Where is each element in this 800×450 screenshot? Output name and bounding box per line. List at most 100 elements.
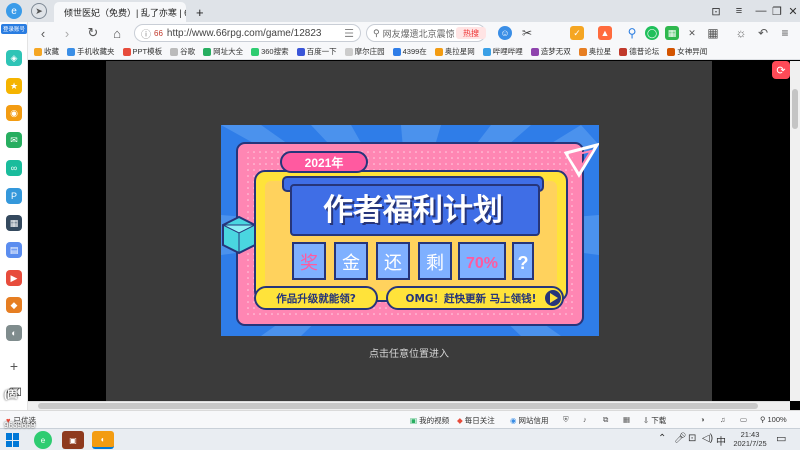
calc-icon[interactable]: ▦ [6,215,22,231]
banner-graphic: 2021年 作者福利计划 作者福利计划 奖 金 还 剩 70% ? 作品升级就能… [221,125,599,336]
horizontal-scrollbar[interactable] [28,401,790,410]
volume-icon[interactable]: ◁) [702,433,713,444]
grid-icon[interactable]: ▦ [665,26,679,40]
banner-char: 金 [342,253,360,274]
game-icon[interactable]: ▲ [598,26,612,40]
start-button[interactable] [6,433,20,447]
bookmark-item[interactable]: 奥拉星 [578,46,611,57]
zoom-level[interactable]: ⚲ 100% [760,415,787,424]
security-icon: ⓘ [141,29,151,41]
chat-icon[interactable]: ◯ [645,26,659,40]
bookmark-item[interactable]: 摩尔庄园 [344,46,385,57]
bookmark-item[interactable]: 网址大全 [203,46,243,57]
banner-title: 作者福利计划 [323,194,503,227]
taskbar-app-game[interactable]: ▣ [62,431,84,449]
search-icon: ⚲ [373,27,380,38]
shield-status-icon[interactable]: ⛨ [563,415,569,425]
weibo-icon[interactable]: ◉ [6,105,22,121]
hot-search-badge[interactable]: 热搜 [456,27,486,39]
mute-status-icon[interactable]: ◑ [700,415,705,424]
mail-icon[interactable]: ✉ [6,132,22,148]
network-icon[interactable]: ⊡ [688,433,696,444]
site-credit-link[interactable]: ◉ 网站信用 [510,415,549,426]
enter-prompt[interactable]: 点击任意位置进入 [106,345,712,360]
home-button[interactable]: ⌂ [108,24,126,42]
bookmark-item[interactable]: PPT模板 [122,46,162,57]
bookmark-item[interactable]: 造梦无双 [530,46,571,57]
compass-icon[interactable]: ➤ [31,3,47,19]
doc-icon[interactable]: ▤ [6,242,22,258]
reader-icon[interactable]: ☰ [340,24,358,42]
notification-icon[interactable]: ▭ [776,432,786,445]
sound-status-icon[interactable]: ♫ [720,415,726,424]
banner-image[interactable]: 2021年 作者福利计划 作者福利计划 奖 金 还 剩 70% ? 作品升级就能… [221,125,599,336]
left-sidebar: 登录账号 ◈ ★ ◉ ✉ ∞ P ▦ ▤ ▶ ◆ ◐ + ⌫ [0,22,28,420]
bookmark-item[interactable]: 德普论坛 [619,46,659,57]
grid-status-icon[interactable]: ▦ [623,415,630,424]
tools-icon[interactable]: ✕ [685,26,699,40]
game-area[interactable]: 2021年 作者福利计划 作者福利计划 奖 金 还 剩 70% ? 作品升级就能… [106,61,712,401]
bookmark-item[interactable]: 360搜索 [251,46,289,57]
login-badge[interactable]: 登录账号 [1,24,27,34]
new-tab-button[interactable]: + [190,2,208,22]
more-menu-icon[interactable]: ≡ [778,26,792,40]
avatar-icon[interactable]: ◐ [6,325,22,341]
start-logo-part [13,440,19,447]
back-button[interactable]: ‹ [34,24,52,42]
app-icon[interactable]: ◈ [6,50,22,66]
forward-button[interactable]: › [58,24,76,42]
p-icon[interactable]: P [6,188,22,204]
close-button[interactable]: ✕ [782,2,800,20]
scroll-thumb[interactable] [792,89,798,129]
address-bar[interactable]: ⓘ 66 http://www.66rpg.com/game/12823 [134,24,361,42]
tab-active[interactable]: 倾世医妃（免费）| 乱了亦寒 | 6 ✕ [54,2,186,22]
my-video-link[interactable]: ▣ 我的视频 [410,415,449,426]
clock[interactable]: 21:43 2021/7/25 [730,430,770,448]
banner-right-pill: OMG！赶快更新 马上领钱! [406,292,537,305]
video-icon[interactable]: ▶ [6,270,22,286]
refresh-button[interactable]: ↻ [84,24,102,42]
video-status-icon: ▣ [410,416,418,425]
bookmark-item[interactable]: 奥拉星网 [434,46,475,57]
daily-follow-link[interactable]: ◆ 每日关注 [457,415,495,426]
download-link[interactable]: ⇩ 下载 [643,415,666,426]
apps-icon[interactable]: ▦ [706,26,720,40]
forum-icon [619,47,628,56]
screenshot-status-icon[interactable]: ⧉ [603,415,608,425]
shield-icon[interactable]: ✓ [570,26,584,40]
bookmark-item[interactable]: 手机收藏夹 [67,46,115,57]
vertical-scrollbar[interactable] [790,61,800,401]
bookmark-item[interactable]: 女神异闻 [667,46,707,57]
add-icon[interactable]: + [6,358,22,374]
brightness-icon[interactable]: ☼ [734,26,748,40]
bookmark-item[interactable]: 哔哩哔哩 [482,46,523,57]
menu-icon[interactable]: ≡ [728,2,750,20]
bookmark-item[interactable]: 4399在 [392,46,427,57]
scroll-thumb-horizontal[interactable] [38,403,758,409]
browser-logo-icon[interactable]: e [6,3,22,19]
banner-year: 2021年 [305,155,344,170]
tray-chevron-icon[interactable]: ⌃ [658,433,666,444]
ime-indicator[interactable]: 中 [716,433,726,448]
undo-icon[interactable]: ↶ [756,26,770,40]
phone-icon [67,47,75,56]
bookmark-item[interactable]: 谷歌 [170,46,195,57]
site-badge-icon: 66 [154,28,163,38]
bookmark-item[interactable]: 百度一下 [296,46,337,57]
restore-status-icon[interactable]: ▭ [740,415,747,424]
microphone-icon[interactable]: 🎤︎ [674,433,687,444]
speaker-status-icon[interactable]: ♪ [583,415,587,424]
floating-logo-icon[interactable]: ⟳ [772,61,790,79]
search-tool-icon[interactable]: ⚲ [625,26,639,40]
360-icon [251,47,260,56]
taskbar-app-active[interactable]: ◐ [92,431,114,449]
nav-bar: ‹ › ↻ ⌂ ⓘ 66 http://www.66rpg.com/game/1… [0,22,800,44]
emoji-icon[interactable]: ☺ [498,26,512,40]
star-icon[interactable]: ★ [6,78,22,94]
link-icon[interactable]: ∞ [6,160,22,176]
bookmark-item[interactable]: 收藏 [34,46,59,57]
game-app-icon[interactable]: ◆ [6,297,22,313]
skin-icon[interactable]: ⊡ [705,2,727,20]
taskbar-app-browser[interactable]: e [34,431,52,449]
scissors-icon[interactable]: ✂ [520,26,534,40]
